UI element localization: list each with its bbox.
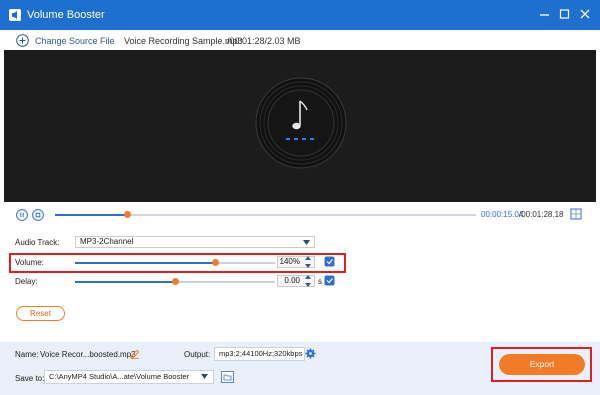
- export-button[interactable]: Export: [499, 354, 585, 375]
- gear-icon[interactable]: [305, 348, 316, 359]
- save-path-select[interactable]: C:\AnyMP4 Studio\A...ate\Volume Booster: [44, 370, 214, 384]
- export-highlight-box: Export: [491, 347, 592, 382]
- stop-button[interactable]: [32, 209, 44, 221]
- save-path-value: C:\AnyMP4 Studio\A...ate\Volume Booster: [49, 372, 190, 381]
- volume-slider[interactable]: [75, 259, 275, 266]
- delay-value: 0.00: [284, 276, 300, 285]
- output-format-field[interactable]: mp3;2;44100Hz;320kbps: [214, 347, 305, 361]
- volume-slider-fill: [75, 262, 215, 264]
- source-file-name: Voice Recording Sample.mp3: [124, 36, 243, 46]
- maximize-button[interactable]: [556, 5, 574, 23]
- output-name-value: Voice Recor...boosted.mp3: [40, 350, 136, 359]
- edit-pencil-icon[interactable]: [130, 349, 140, 359]
- window-title: Volume Booster: [27, 9, 105, 21]
- volume-value: 140%: [279, 257, 300, 266]
- audio-track-select[interactable]: MP3-2Channel: [75, 236, 315, 248]
- volume-spinner-icon[interactable]: [304, 255, 312, 269]
- delay-label: Delay:: [15, 277, 38, 286]
- volume-label: Volume:: [15, 258, 44, 267]
- maximize-icon: [559, 9, 570, 19]
- chevron-down-icon: [303, 240, 310, 245]
- change-source-file-button[interactable]: Change Source File: [16, 33, 115, 48]
- pause-button[interactable]: [16, 209, 28, 221]
- minimize-icon: [540, 14, 549, 16]
- playback-progress-fill: [55, 214, 127, 216]
- music-note-icon: [255, 77, 347, 169]
- app-icon: [9, 9, 21, 21]
- playback-bar: 00:00:15.04 /00:01:28.18: [0, 202, 600, 227]
- apply-to-all-icon[interactable]: [324, 256, 335, 267]
- delay-slider-handle[interactable]: [172, 278, 179, 285]
- close-button[interactable]: [576, 5, 594, 23]
- audio-settings: Audio Track: MP3-2Channel Volume: 140% D…: [0, 227, 600, 342]
- total-time: /00:01:28.18: [519, 210, 564, 219]
- expand-icon[interactable]: [570, 208, 582, 220]
- add-circle-icon: [16, 34, 29, 47]
- delay-spinner-icon[interactable]: [304, 274, 312, 288]
- output-label: Output:: [184, 350, 211, 359]
- change-source-file-label: Change Source File: [35, 35, 115, 46]
- name-label: Name:: [15, 350, 39, 359]
- audio-track-label: Audio Track:: [15, 238, 60, 247]
- folder-icon[interactable]: [221, 371, 234, 383]
- close-icon: [580, 9, 590, 19]
- chevron-down-icon: [201, 374, 208, 379]
- title-bar: Volume Booster: [0, 0, 600, 30]
- delay-slider[interactable]: [75, 278, 275, 285]
- reset-button[interactable]: Reset: [16, 306, 65, 321]
- delay-unit: s: [318, 277, 322, 286]
- volume-slider-handle[interactable]: [212, 259, 219, 266]
- source-file-info: /00:01:28/2.03 MB: [227, 36, 301, 46]
- file-toolbar: Change Source File Voice Recording Sampl…: [0, 30, 600, 50]
- playback-progress-handle[interactable]: [123, 211, 131, 218]
- playback-progress-slider[interactable]: [55, 211, 476, 218]
- audio-preview: [4, 50, 596, 202]
- minimize-button[interactable]: [536, 5, 554, 23]
- current-time: 00:00:15.04: [481, 210, 524, 219]
- output-format-value: mp3;2;44100Hz;320kbps: [219, 349, 303, 358]
- output-panel: Name: Voice Recor...boosted.mp3 Output: …: [0, 342, 600, 395]
- audio-track-value: MP3-2Channel: [80, 237, 134, 246]
- save-to-label: Save to:: [15, 374, 45, 383]
- delay-slider-fill: [75, 281, 175, 283]
- apply-to-all-icon[interactable]: [324, 275, 335, 286]
